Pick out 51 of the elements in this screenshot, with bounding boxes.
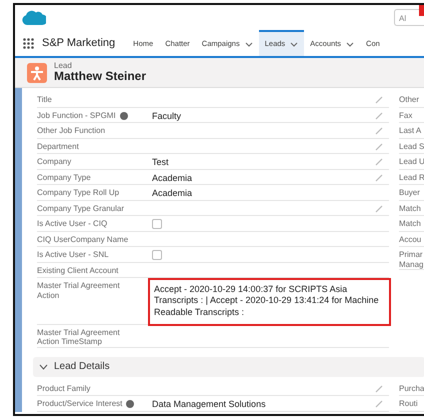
field-value: Faculty: [152, 110, 182, 122]
pencil-icon: [375, 204, 383, 212]
annotation-marker: [419, 5, 424, 16]
field-label: Department: [37, 142, 79, 152]
field-label: Master Trial Agreement Action: [37, 281, 121, 300]
lead-person-icon: [27, 62, 47, 82]
field-label: Lead S: [399, 138, 424, 154]
field-value: Accept - 2020-10-29 14:00:37 for SCRIPTS Asia Transcripts : | Accept - 2020-10-29 13:41:24 for Machine Readable Transcripts :: [150, 280, 389, 324]
field-label: Other Job Function: [37, 126, 106, 136]
chevron-down-icon: [39, 364, 48, 370]
field-label: Purcha: [399, 380, 424, 396]
field-value: Academia: [152, 188, 194, 200]
section-header[interactable]: Lead Details: [33, 356, 424, 377]
field-label: Match: [399, 216, 424, 232]
field-label: Accou: [399, 232, 424, 247]
field-label: Lead U: [399, 154, 424, 170]
record-type: Lead: [54, 62, 73, 70]
field-label: Routi: [399, 396, 424, 412]
field-label: Existing Client Account: [37, 266, 118, 276]
field-label: Master Trial Agreement Action TimeStamp: [37, 328, 121, 347]
field-value: Academia: [152, 172, 194, 184]
app-launcher-icon: [23, 38, 34, 48]
field-label: Company Type Granular: [37, 204, 124, 214]
field-label: Other: [399, 92, 424, 108]
field-label: Job Function - SPGMI: [37, 110, 116, 120]
field-label: Is Active User - SNL: [37, 250, 109, 260]
info-icon: [120, 112, 128, 120]
chevron-down-icon: [346, 42, 354, 46]
field-label: Company: [37, 157, 72, 167]
field-label: Buyer: [399, 185, 424, 200]
field-label: Primar Manag: [399, 247, 424, 270]
checkbox[interactable]: [152, 219, 162, 229]
checkbox[interactable]: [152, 250, 162, 260]
field-label: Product/Service Interest: [37, 399, 122, 410]
chevron-down-icon: [244, 42, 253, 46]
field-label: Match: [399, 200, 424, 216]
field-label: Product Family: [37, 384, 90, 394]
record-name: Matthew Steiner: [54, 70, 146, 84]
app-name: S&P Marketing: [42, 36, 116, 51]
field-label: Company Type: [37, 172, 91, 182]
field-value: Data Management Solutions: [152, 399, 267, 411]
field-label: CIQ UserCompany Name: [37, 234, 128, 244]
cloud-logo-icon: [22, 9, 46, 26]
field-value: Test: [152, 157, 170, 168]
field-label: Company Type Roll Up: [37, 188, 120, 198]
info-icon: [126, 400, 134, 408]
chevron-down-icon: [290, 42, 298, 46]
field-label: Last A: [399, 123, 424, 138]
field-label: Fax: [399, 108, 424, 123]
field-label: Is Active User - CIQ: [37, 219, 108, 229]
field-label: Title: [37, 95, 52, 105]
